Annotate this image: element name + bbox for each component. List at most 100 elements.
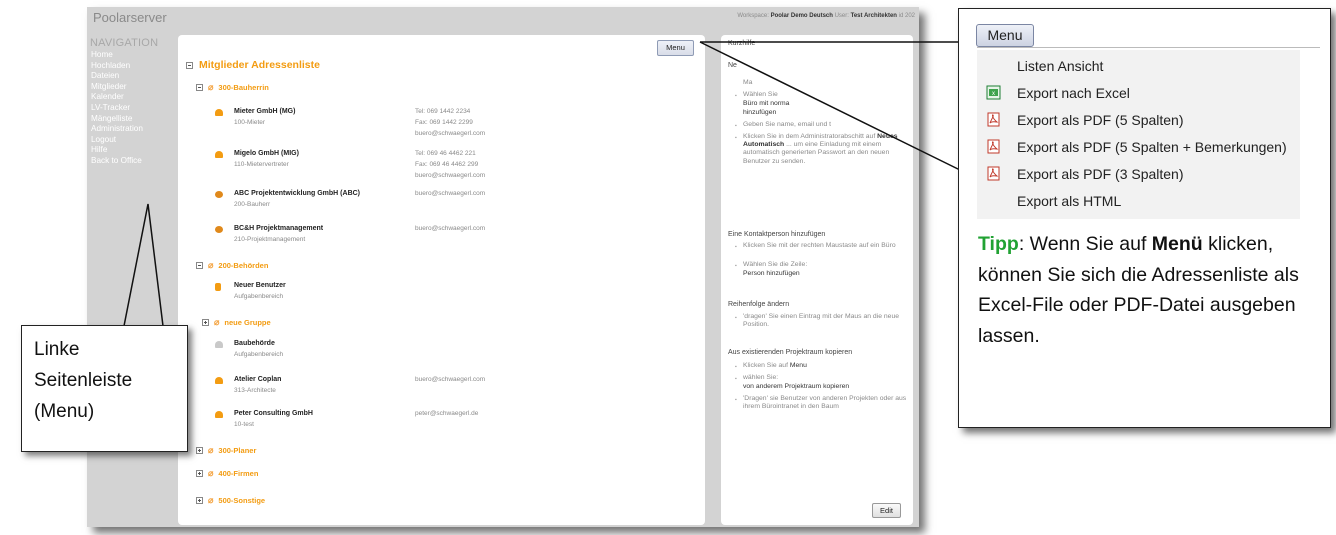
list-item[interactable]: BC&H Projektmanagement 210-Projektmanage… <box>215 225 655 249</box>
nav-item-kalender[interactable]: Kalender <box>91 92 143 103</box>
office-icon <box>215 411 223 418</box>
pdf-icon <box>987 139 1000 154</box>
pdf-icon <box>987 166 1000 181</box>
nav-item-back-to-office[interactable]: Back to Office <box>91 156 143 167</box>
office-icon <box>215 109 223 116</box>
nav-item-dateien[interactable]: Dateien <box>91 71 143 82</box>
list-item[interactable]: Baubehörde Aufgabenbereich <box>215 340 655 364</box>
entry-contact: buero@schwaegerl.com <box>415 172 486 179</box>
help-text: Ma <box>743 79 753 86</box>
menu-item-export-pdf-5[interactable]: Export als PDF (5 Spalten) <box>1017 112 1184 128</box>
entry-name: Mieter GmbH (MG) <box>234 108 296 115</box>
pdf-icon <box>987 112 1000 127</box>
help-text: Wählen Sie die Zeile: <box>735 261 908 270</box>
office-icon <box>215 341 223 348</box>
help-text: Wählen Sie <box>735 91 908 100</box>
nav-item-hilfe[interactable]: Hilfe <box>91 145 143 156</box>
entry-contact: buero@schwaegerl.com <box>415 225 486 232</box>
workspace-value: Poolar Demo Deutsch <box>770 13 833 19</box>
group-row[interactable]: ⌀ 200-Behörden <box>196 260 268 271</box>
nav-item-hochladen[interactable]: Hochladen <box>91 61 143 72</box>
folder-icon: ⌀ <box>208 445 214 455</box>
help-admin-text: Klicken Sie in dem Administratorabschitt… <box>735 133 908 166</box>
menu-button[interactable]: Menu <box>657 40 694 56</box>
group-label: 400-Firmen <box>218 469 259 478</box>
entry-name: ABC Projektentwicklung GmbH (ABC) <box>234 190 361 197</box>
help-text: Büro mit norma <box>743 100 790 107</box>
member-list-panel: Menu Mitglieder Adressenliste ⌀ 300-Bauh… <box>178 35 705 525</box>
list-item[interactable]: Neuer Benutzer Aufgabenbereich <box>215 282 655 306</box>
help-intro: Ne <box>728 62 737 69</box>
nav-item-administration[interactable]: Administration <box>91 124 143 135</box>
help-value: Menu <box>789 362 807 369</box>
menu-button-zoom[interactable]: Menu <box>976 24 1034 47</box>
nav-item-home[interactable]: Home <box>91 50 143 61</box>
nav-item-mitglieder[interactable]: Mitglieder <box>91 82 143 93</box>
list-item[interactable]: Migelo GmbH (MIG) 110-Mietervertreter Te… <box>215 150 655 184</box>
menu-item-export-html[interactable]: Export als HTML <box>1017 193 1121 209</box>
callout-line: (Menu) <box>34 401 95 422</box>
group-label: 300-Planer <box>218 446 257 455</box>
entry-role: 110-Mietervertreter <box>234 161 289 168</box>
edit-button[interactable]: Edit <box>872 503 901 518</box>
folder-icon: ⌀ <box>208 495 214 505</box>
menu-item-export-pdf-5-bem[interactable]: Export als PDF (5 Spalten + Bemerkungen) <box>1017 139 1287 155</box>
callout-right-menu: Menu Listen Ansicht x Export nach Excel … <box>958 8 1331 428</box>
folder-icon: ⌀ <box>208 260 214 270</box>
entry-role: 100-Mieter <box>234 119 266 126</box>
help-value: Person hinzufügen <box>743 270 800 277</box>
group-row[interactable]: ⌀ 300-Bauherrin <box>196 82 269 93</box>
entry-name: Baubehörde <box>234 340 275 347</box>
workspace-info: Workspace: Poolar Demo Deutsch User: Tes… <box>737 13 915 19</box>
help-text: 'Dragen' sie Benutzer von anderen Projek… <box>735 395 908 411</box>
entry-name: BC&H Projektmanagement <box>234 225 324 232</box>
callout-left-sidebar: Linke Seitenleiste (Menu) <box>21 325 188 452</box>
group-label: 200-Behörden <box>218 261 269 270</box>
tip-bold: Menü <box>1151 233 1203 255</box>
expand-toggle[interactable] <box>202 319 209 326</box>
entry-contact: Tel: 069 46 4462 221 <box>415 150 476 157</box>
entry-role: Aufgabenbereich <box>234 293 284 300</box>
nav-item-lv-tracker[interactable]: LV-Tracker <box>91 103 143 114</box>
group-row[interactable]: ⌀ 300-Planer <box>196 445 256 456</box>
expand-toggle[interactable] <box>196 497 203 504</box>
help-heading: Reihenfolge ändern <box>728 301 790 308</box>
menu-item-export-excel[interactable]: Export nach Excel <box>1017 85 1130 101</box>
menu-item-export-pdf-3[interactable]: Export als PDF (3 Spalten) <box>1017 166 1184 182</box>
group-label: 500-Sonstige <box>218 496 266 505</box>
list-item[interactable]: ABC Projektentwicklung GmbH (ABC) 200-Ba… <box>215 190 655 214</box>
menu-item-listen-ansicht[interactable]: Listen Ansicht <box>1017 58 1103 74</box>
nav-heading: NAVIGATION <box>90 37 159 49</box>
nav-item-logout[interactable]: Logout <box>91 135 143 146</box>
sidebar-nav: Home Hochladen Dateien Mitglieder Kalend… <box>91 50 143 167</box>
list-item[interactable]: Mieter GmbH (MG) 100-Mieter Tel: 069 144… <box>215 108 655 137</box>
group-row[interactable]: ⌀ 500-Sonstige <box>196 495 265 506</box>
entry-contact: buero@schwaegerl.com <box>415 376 486 383</box>
entry-name: Migelo GmbH (MIG) <box>234 150 299 157</box>
help-text: Klicken Sie in dem Administratorabschitt… <box>743 133 876 140</box>
entry-role: 10-test <box>234 421 254 428</box>
collapse-toggle[interactable] <box>196 262 203 269</box>
panel-title: Mitglieder Adressenliste <box>186 59 320 71</box>
group-row[interactable]: ⌀ neue Gruppe <box>202 317 271 328</box>
list-item[interactable]: Atelier Coplan 313-Architecte buero@schw… <box>215 376 655 400</box>
list-item[interactable]: Peter Consulting GmbH 10-test peter@schw… <box>215 410 655 434</box>
help-text: Klicken Sie mit der rechten Maustaste au… <box>735 242 908 251</box>
entry-role: 200-Bauherr <box>234 201 271 208</box>
expand-toggle[interactable] <box>196 447 203 454</box>
office-icon <box>215 151 223 158</box>
nav-item-maengelliste[interactable]: Mängelliste <box>91 114 143 125</box>
folder-icon: ⌀ <box>214 317 220 327</box>
user-label: User: <box>834 13 849 19</box>
id-text: id 202 <box>898 13 915 19</box>
collapse-toggle[interactable] <box>186 61 193 69</box>
expand-toggle[interactable] <box>196 470 203 477</box>
collapse-toggle[interactable] <box>196 84 203 91</box>
group-label: neue Gruppe <box>224 318 271 327</box>
user-value: Test Architekten <box>850 13 897 19</box>
entry-role: 313-Architecte <box>234 387 276 394</box>
help-text: wählen Sie: <box>735 374 908 383</box>
group-row[interactable]: ⌀ 400-Firmen <box>196 468 258 479</box>
workspace-label: Workspace: <box>737 13 769 19</box>
tip-label: Tipp <box>978 233 1019 255</box>
